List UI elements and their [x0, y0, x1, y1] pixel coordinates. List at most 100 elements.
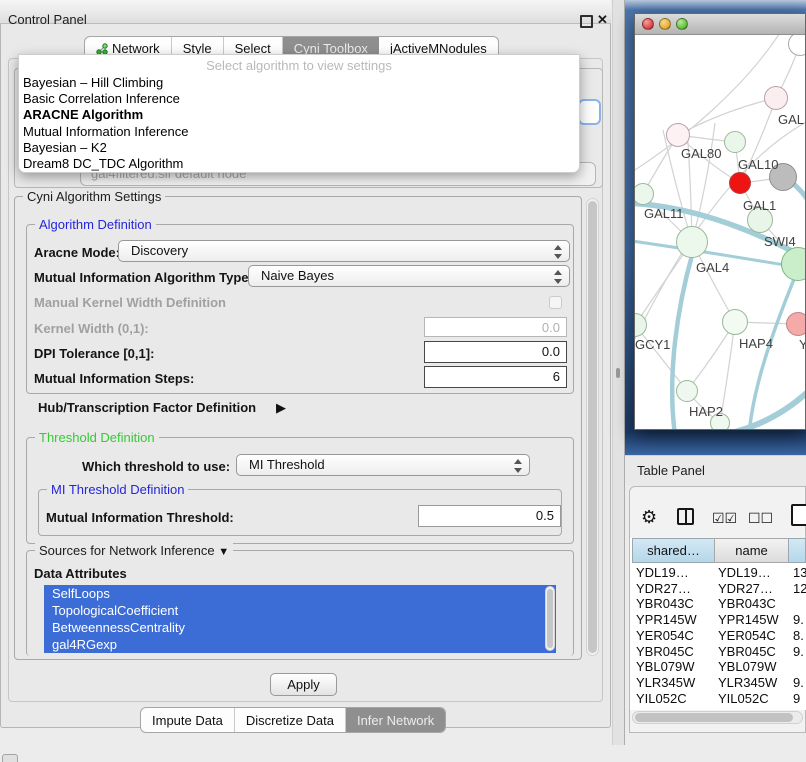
- network-node-gal[interactable]: [764, 86, 788, 110]
- float-window-icon[interactable]: [580, 15, 593, 28]
- table-row[interactable]: YDL19…YDL19…13: [630, 564, 806, 580]
- data-attributes-label: Data Attributes: [34, 566, 127, 581]
- sources-title[interactable]: Sources for Network Inference ▼: [35, 543, 233, 558]
- table-cell: YPR145W: [718, 612, 779, 627]
- table-cell: YDL19…: [636, 565, 689, 580]
- dpi-tolerance-label: DPI Tolerance [0,1]:: [34, 346, 154, 361]
- network-node-gal80[interactable]: [666, 123, 690, 147]
- data-attribute-item[interactable]: gal4RGexp: [44, 636, 556, 653]
- control-panel-titlebar[interactable]: [0, 0, 611, 24]
- dropdown-items: Bayesian – Hill ClimbingBasic Correlatio…: [19, 75, 579, 172]
- close-icon[interactable]: ✕: [597, 12, 608, 28]
- settings-group-title: Cyni Algorithm Settings: [23, 189, 165, 204]
- network-node-gal4[interactable]: [676, 226, 708, 258]
- gear-icon[interactable]: ⚙: [641, 507, 657, 528]
- dropdown-item[interactable]: Dream8 DC_TDC Algorithm: [19, 156, 579, 172]
- kernel-width-label: Kernel Width (0,1):: [34, 321, 149, 336]
- node-label: GCY1: [635, 337, 670, 352]
- table-cell: YDR27…: [636, 581, 691, 596]
- table-cell: 13: [793, 565, 806, 580]
- settings-scrollbar[interactable]: [586, 198, 599, 656]
- collapse-down-icon[interactable]: ▼: [218, 546, 229, 558]
- threshold-definition-title: Threshold Definition: [35, 430, 159, 445]
- table-cell: YBL079W: [636, 659, 695, 674]
- which-threshold-value: MI Threshold: [249, 457, 325, 472]
- minimize-traffic-light-icon[interactable]: [659, 18, 671, 30]
- network-window-titlebar[interactable]: [635, 14, 805, 35]
- network-node-hap2[interactable]: [676, 380, 698, 402]
- split-columns-icon[interactable]: [677, 508, 694, 525]
- table-cell: 9.: [793, 675, 804, 690]
- table-cell: YBR043C: [636, 596, 694, 611]
- mi-threshold-field[interactable]: 0.5: [418, 505, 561, 527]
- inference-algorithm-combo-fragment[interactable]: [578, 99, 601, 125]
- close-traffic-light-icon[interactable]: [642, 18, 654, 30]
- network-canvas[interactable]: GALGAL80GAL10GAL1GAL11SWI4GAL4GCY1HAP4YH…: [635, 35, 805, 429]
- aracne-mode-label: Aracne Mode:: [34, 245, 120, 260]
- table-cell: YLR345W: [718, 675, 777, 690]
- aracne-mode-select[interactable]: Discovery: [118, 240, 570, 262]
- collapsed-panel-stub[interactable]: [2, 754, 18, 762]
- table-panel-titlebar[interactable]: Table Panel: [625, 455, 806, 486]
- dropdown-item[interactable]: Mutual Information Inference: [19, 124, 579, 140]
- tab-impute-data[interactable]: Impute Data: [141, 708, 235, 732]
- data-attributes-scrollbar[interactable]: [545, 586, 555, 651]
- manual-kernel-width-checkbox[interactable]: [549, 296, 562, 309]
- apply-button[interactable]: Apply: [270, 673, 337, 696]
- dropdown-item[interactable]: Bayesian – Hill Climbing: [19, 75, 579, 91]
- hub-definition-toggle-label[interactable]: Hub/Transcription Factor Definition: [38, 400, 256, 415]
- table-row[interactable]: YBR043CYBR043C: [630, 595, 806, 611]
- tab-discretize-data[interactable]: Discretize Data: [235, 708, 346, 732]
- table-cell: YDR27…: [718, 581, 773, 596]
- data-attributes-list[interactable]: SelfLoopsTopologicalCoefficientBetweenne…: [44, 585, 556, 653]
- expand-right-icon[interactable]: ▶: [276, 400, 286, 416]
- which-threshold-label: Which threshold to use:: [82, 459, 230, 474]
- column-header-partial[interactable]: [788, 538, 806, 563]
- divider-handle[interactable]: [616, 368, 620, 378]
- mi-algorithm-type-select[interactable]: Naive Bayes: [248, 265, 570, 287]
- sources-title-text: Sources for Network Inference: [39, 543, 215, 558]
- table-row[interactable]: YBR045CYBR045C9.: [630, 643, 806, 659]
- table-row[interactable]: YBL079W YBL079W: [630, 658, 806, 674]
- node-label: GAL: [778, 112, 804, 127]
- network-icon: [96, 43, 108, 55]
- table-cell: YBL079W: [718, 659, 777, 674]
- data-attribute-item[interactable]: BetweennessCentrality: [44, 619, 556, 636]
- table-hscrollbar[interactable]: [632, 711, 803, 724]
- node-label: HAP2: [689, 404, 723, 419]
- table-row[interactable]: YIL052CYIL052C9: [630, 690, 806, 706]
- column-header-shared[interactable]: shared…: [632, 538, 715, 563]
- dropdown-item[interactable]: Bayesian – K2: [19, 140, 579, 156]
- table-row[interactable]: YLR345WYLR345W9.: [630, 674, 806, 690]
- dropdown-item[interactable]: ARACNE Algorithm: [19, 107, 579, 123]
- table-row[interactable]: YER054CYER054C8.: [630, 627, 806, 643]
- tab-infer-network[interactable]: Infer Network: [346, 708, 445, 732]
- node-label: GAL1: [743, 198, 776, 213]
- network-view-window[interactable]: GALGAL80GAL10GAL1GAL11SWI4GAL4GCY1HAP4YH…: [634, 13, 806, 430]
- mi-steps-field[interactable]: 6: [424, 366, 567, 388]
- zoom-traffic-light-icon[interactable]: [676, 18, 688, 30]
- table-cell: YPR145W: [636, 612, 697, 627]
- which-threshold-select[interactable]: MI Threshold: [236, 454, 530, 476]
- network-node-y[interactable]: [786, 312, 805, 336]
- new-table-icon[interactable]: [791, 504, 806, 526]
- data-attribute-item[interactable]: TopologicalCoefficient: [44, 602, 556, 619]
- dropdown-item[interactable]: Basic Correlation Inference: [19, 91, 579, 107]
- table-cell: YIL052C: [636, 691, 687, 706]
- mi-steps-label: Mutual Information Steps:: [34, 371, 194, 386]
- select-all-checkboxes-icon[interactable]: ☑☑: [712, 510, 737, 527]
- column-header-name[interactable]: name: [714, 538, 789, 563]
- mi-algorithm-type-value: Naive Bayes: [261, 268, 334, 283]
- network-node-gal10[interactable]: [724, 131, 746, 153]
- table-row[interactable]: YPR145WYPR145W9.: [630, 611, 806, 627]
- table-cell: 8.: [793, 628, 804, 643]
- deselect-all-checkboxes-icon[interactable]: ☐☐: [748, 510, 773, 527]
- network-node-hap4[interactable]: [722, 309, 748, 335]
- network-node-gal1[interactable]: [729, 172, 751, 194]
- data-attribute-item[interactable]: SelfLoops: [44, 585, 556, 602]
- table-row[interactable]: YDR27…YDR27…12: [630, 580, 806, 596]
- dpi-tolerance-field[interactable]: 0.0: [424, 341, 567, 363]
- kernel-width-field[interactable]: 0.0: [424, 317, 567, 337]
- node-label: SWI4: [764, 234, 796, 249]
- mi-threshold-definition-title: MI Threshold Definition: [47, 482, 188, 497]
